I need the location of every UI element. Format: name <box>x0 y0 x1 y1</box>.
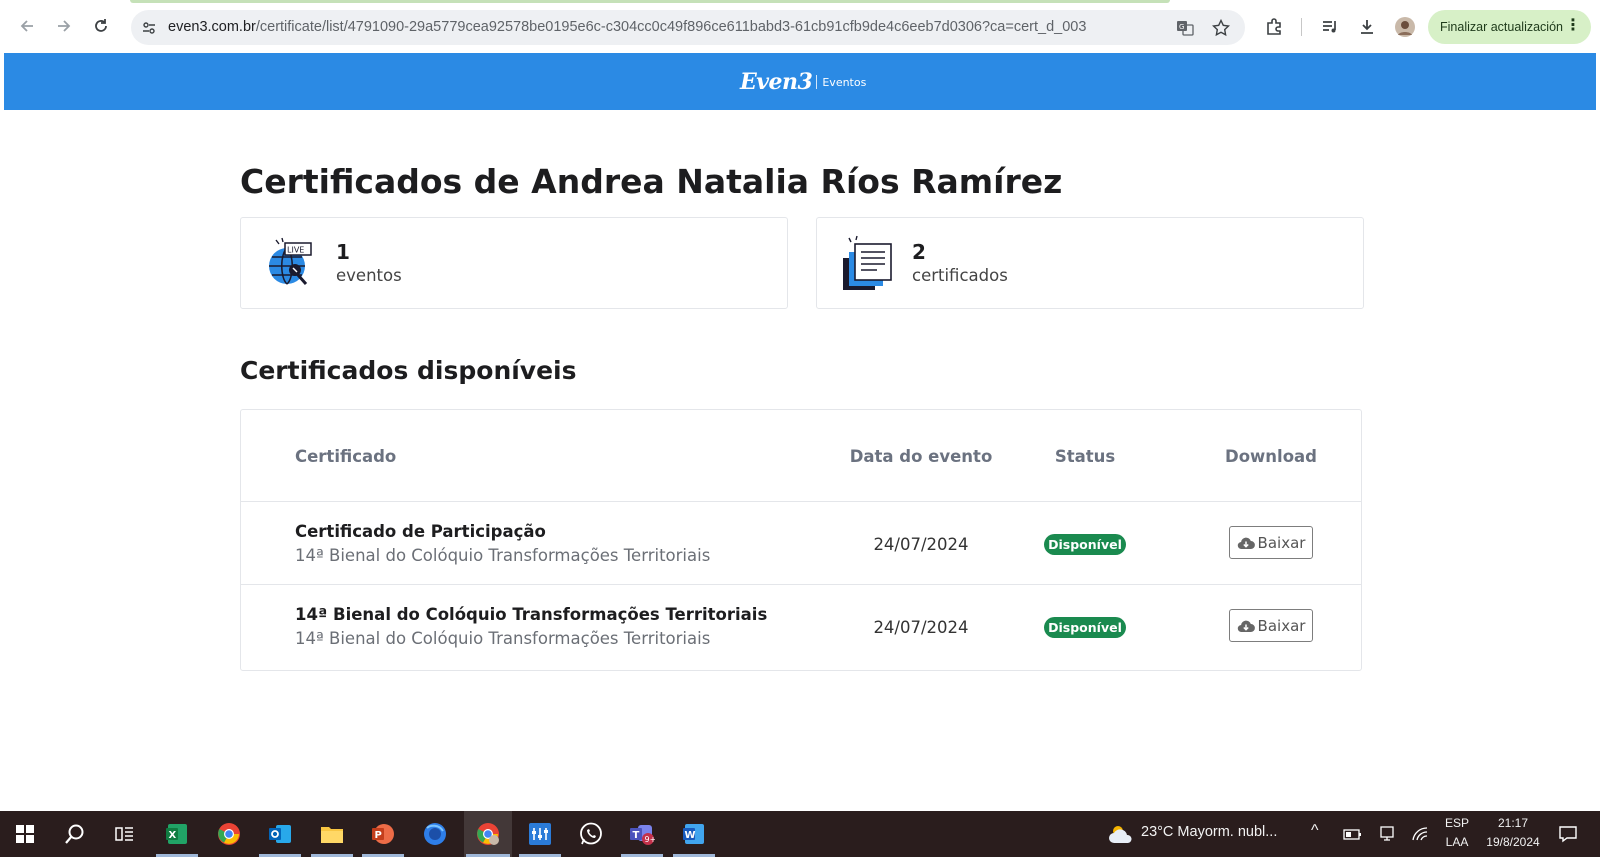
reload-icon <box>95 19 107 32</box>
language-code[interactable]: ESP <box>1442 816 1472 830</box>
profile-avatar[interactable] <box>1393 15 1417 39</box>
logo-subtitle: Eventos <box>822 75 867 89</box>
events-count: 1 <box>336 240 350 264</box>
finish-update-label: Finalizar actualización <box>1440 20 1563 34</box>
svg-text:T: T <box>633 830 640 841</box>
bookmark-star-icon[interactable] <box>1211 18 1231 38</box>
task-view-icon[interactable] <box>110 819 140 849</box>
chrome-app-icon[interactable] <box>214 819 244 849</box>
live-globe-icon: LIVE <box>269 237 312 285</box>
event-date: 24/07/2024 <box>873 535 969 554</box>
status-badge: Disponível <box>1044 534 1126 555</box>
site-info-icon[interactable] <box>139 18 159 38</box>
url-host: even3.com.br <box>168 19 256 35</box>
download-button-label: Baixar <box>1257 533 1306 552</box>
weather-cloud-icon[interactable] <box>1104 819 1138 849</box>
search-icon[interactable] <box>60 819 90 849</box>
windows-taskbar: X P T 9+ W 23°C Mayorm. nubl... ^ ESP LA… <box>0 811 1600 857</box>
logo-wordmark: Even3 <box>740 69 813 95</box>
svg-text:W: W <box>685 830 696 841</box>
url-path: /certificate/list/4791090-29a5779cea9257… <box>255 19 1087 35</box>
back-button[interactable] <box>15 14 39 38</box>
outlook-app-icon[interactable] <box>265 819 295 849</box>
certificates-table: Certificado Data do evento Status Downlo… <box>240 409 1362 671</box>
section-title: Certificados disponíveis <box>240 356 577 385</box>
site-header: Even3 Eventos <box>4 53 1596 110</box>
certificate-event: 14ª Bienal do Colóquio Transformações Te… <box>295 546 711 565</box>
forward-button[interactable] <box>52 14 76 38</box>
address-bar[interactable]: even3.com.br/certificate/list/4791090-29… <box>131 10 1245 45</box>
windows-logo-icon <box>16 825 34 843</box>
whatsapp-app-icon[interactable] <box>576 819 606 849</box>
certificates-count: 2 <box>912 240 926 264</box>
tray-overflow-chevron-icon[interactable]: ^ <box>1311 822 1319 840</box>
start-button[interactable] <box>10 819 40 849</box>
clock-date[interactable]: 19/8/2024 <box>1478 835 1548 849</box>
powerpoint-app-icon[interactable]: P <box>368 819 398 849</box>
weather-text[interactable]: 23°C Mayorm. nubl... <box>1141 824 1277 840</box>
svg-text:9+: 9+ <box>645 835 656 844</box>
excel-app-icon[interactable]: X <box>162 819 192 849</box>
media-controls-icon[interactable] <box>1318 15 1342 39</box>
url-text[interactable]: even3.com.br/certificate/list/4791090-29… <box>168 19 1086 35</box>
download-button-label: Baixar <box>1257 616 1306 635</box>
teams-app-icon[interactable]: T 9+ <box>627 819 657 849</box>
notifications-icon[interactable] <box>1553 819 1583 849</box>
extensions-icon[interactable] <box>1262 15 1286 39</box>
certificate-event: 14ª Bienal do Colóquio Transformações Te… <box>295 629 711 648</box>
reload-button[interactable] <box>89 14 113 38</box>
cloud-download-icon <box>1237 537 1255 549</box>
clock-time[interactable]: 21:17 <box>1478 816 1548 830</box>
settings-app-icon[interactable] <box>525 819 555 849</box>
more-menu-icon[interactable]: ⋮ <box>1565 16 1581 36</box>
documents-stack-icon <box>843 235 892 290</box>
column-header-certificate: Certificado <box>295 447 397 466</box>
file-explorer-icon[interactable] <box>317 819 347 849</box>
svg-text:X: X <box>169 830 177 841</box>
download-button[interactable]: Baixar <box>1229 609 1313 642</box>
status-badge: Disponível <box>1044 617 1126 638</box>
column-header-status: Status <box>1054 447 1116 466</box>
table-row: 14ª Bienal do Colóquio Transformações Te… <box>241 584 1361 667</box>
display-icon[interactable] <box>1372 819 1402 849</box>
toolbar-divider <box>1301 18 1302 36</box>
svg-text:LIVE: LIVE <box>287 246 304 255</box>
battery-icon[interactable] <box>1337 819 1367 849</box>
cloud-download-icon <box>1237 620 1255 632</box>
back-arrow-icon <box>20 20 33 32</box>
even3-logo[interactable]: Even3 Eventos <box>740 69 866 95</box>
finish-update-button[interactable]: Finalizar actualización ⋮ <box>1428 10 1591 44</box>
wifi-icon[interactable] <box>1405 819 1435 849</box>
events-label: eventos <box>336 266 402 285</box>
tab-strip-indicator <box>130 0 1170 3</box>
certificates-stat-card: 2 certificados <box>816 217 1364 309</box>
firefox-app-icon[interactable] <box>420 819 450 849</box>
table-row: Certificado de Participação 14ª Bienal d… <box>241 501 1361 584</box>
certificate-title: Certificado de Participação <box>295 522 546 541</box>
download-icon[interactable] <box>1355 15 1379 39</box>
browser-toolbar: even3.com.br/certificate/list/4791090-29… <box>0 0 1600 53</box>
column-header-download: Download <box>1225 447 1317 466</box>
certificate-title: 14ª Bienal do Colóquio Transformações Te… <box>295 605 768 624</box>
events-stat-card: LIVE 1 eventos <box>240 217 788 309</box>
event-date: 24/07/2024 <box>873 618 969 637</box>
certificates-label: certificados <box>912 266 1008 285</box>
keyboard-layout[interactable]: LAA <box>1442 835 1472 849</box>
page-title: Certificados de Andrea Natalia Ríos Ramí… <box>240 162 1063 201</box>
main-content: Certificados de Andrea Natalia Ríos Ramí… <box>4 110 1596 811</box>
translate-icon[interactable]: G <box>1175 18 1195 38</box>
download-button[interactable]: Baixar <box>1229 526 1313 559</box>
svg-text:G: G <box>1179 23 1184 31</box>
forward-arrow-icon <box>58 20 71 32</box>
logo-divider <box>816 75 818 89</box>
svg-text:P: P <box>375 830 382 841</box>
chrome-active-app-icon[interactable] <box>473 819 503 849</box>
word-app-icon[interactable]: W <box>679 819 709 849</box>
